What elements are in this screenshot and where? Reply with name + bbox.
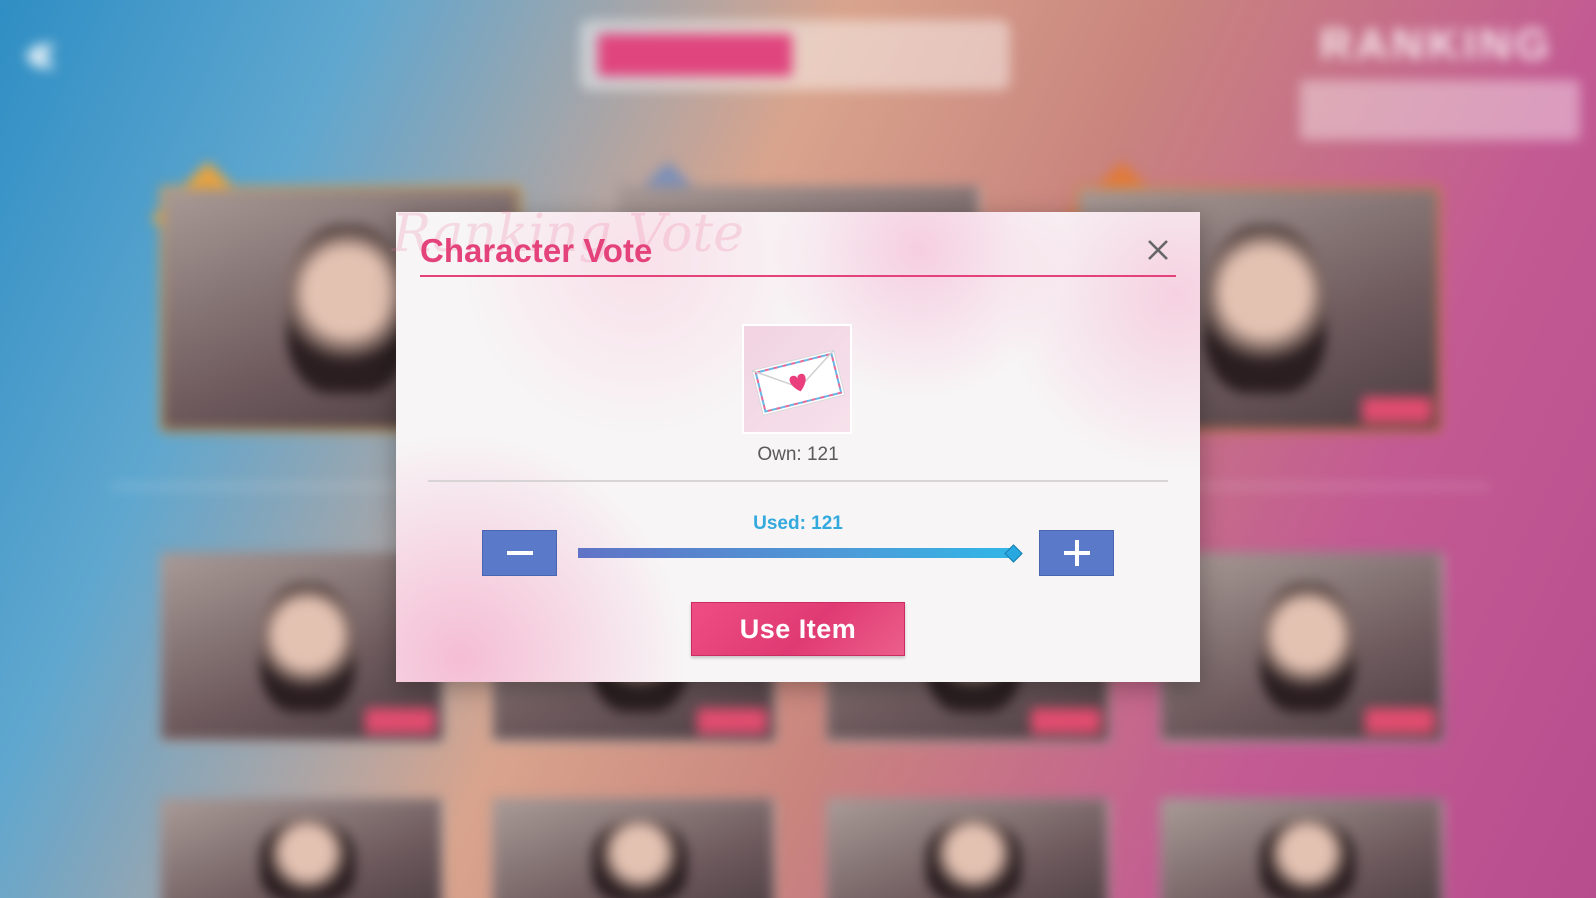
title-underline bbox=[420, 275, 1176, 277]
character-card bbox=[1160, 552, 1444, 743]
close-icon bbox=[1148, 240, 1168, 260]
vote-amount-slider[interactable] bbox=[578, 548, 1014, 558]
plus-icon bbox=[1063, 540, 1090, 566]
slider-fill bbox=[578, 548, 1014, 558]
character-card bbox=[160, 798, 444, 898]
minus-icon bbox=[506, 551, 533, 555]
character-card bbox=[1160, 798, 1444, 898]
back-icon: ‹‹ bbox=[22, 17, 59, 91]
own-count: Own: 121 bbox=[757, 444, 839, 465]
ranking-tab-active bbox=[598, 34, 792, 76]
decrease-button[interactable] bbox=[482, 530, 557, 576]
ranking-title: RANKING bbox=[1320, 20, 1554, 69]
character-vote-dialog: Ranking Vote Character Vote Own: 121 Use… bbox=[392, 204, 1200, 682]
dialog-divider bbox=[428, 480, 1168, 482]
use-item-button[interactable]: Use Item bbox=[691, 602, 905, 656]
envelope-heart-icon bbox=[751, 349, 846, 416]
character-card bbox=[492, 798, 776, 898]
character-card bbox=[826, 798, 1110, 898]
ranking-tabs bbox=[580, 20, 1010, 90]
vote-item-slot bbox=[742, 324, 852, 434]
dialog-title: Character Vote bbox=[420, 232, 653, 269]
close-button[interactable] bbox=[1140, 232, 1176, 268]
vote-item-panel bbox=[1300, 80, 1580, 140]
increase-button[interactable] bbox=[1039, 530, 1114, 576]
game-screen: ‹‹ RANKING Ranking Vote Character Vote O… bbox=[0, 0, 1596, 898]
